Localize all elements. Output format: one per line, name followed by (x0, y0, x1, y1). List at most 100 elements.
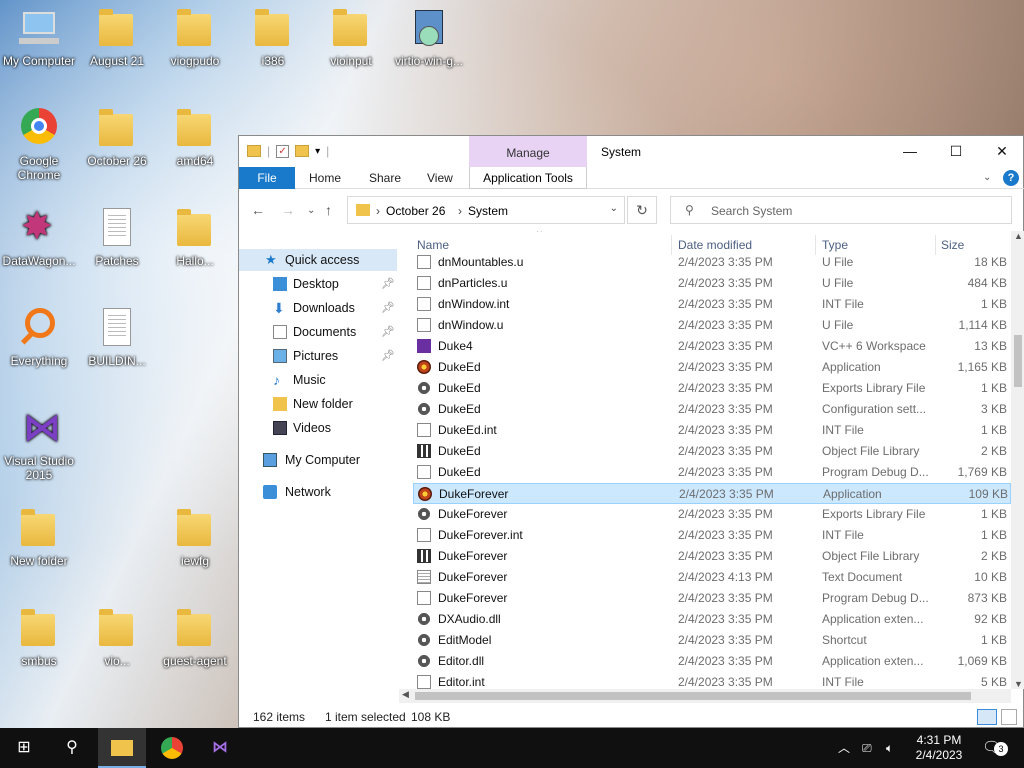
tab-share[interactable]: Share (369, 167, 401, 189)
desktop-icon[interactable]: amd64 (156, 100, 234, 190)
scroll-thumb[interactable] (415, 692, 971, 700)
tab-application-tools[interactable]: Application Tools (469, 167, 587, 189)
nav-item[interactable]: Pictures 📌︎ (239, 345, 397, 367)
table-row[interactable]: dnParticles.u 2/4/2023 3:35 PM U File 484 K… (413, 273, 1011, 294)
desktop-icon[interactable]: vioinput (312, 0, 390, 90)
chevron-right-icon[interactable]: › (458, 204, 462, 218)
horizontal-scrollbar[interactable]: ◀ (399, 689, 1011, 703)
manage-context-tab[interactable]: Manage (469, 136, 587, 167)
desktop-icon[interactable]: ✸ DataWagon... (0, 200, 78, 290)
pin-icon[interactable]: 📌︎ (381, 297, 395, 319)
breadcrumb-system[interactable]: System (468, 204, 508, 218)
table-row[interactable]: Editor.dll 2/4/2023 3:35 PM Application ex… (413, 651, 1011, 672)
table-row[interactable]: DukeEd.int 2/4/2023 3:35 PM INT File 1 KB (413, 420, 1011, 441)
nav-item[interactable]: Desktop 📌︎ (239, 273, 397, 295)
table-row[interactable]: DukeForever 2/4/2023 4:13 PM Text Document… (413, 567, 1011, 588)
scroll-thumb[interactable] (1014, 335, 1022, 387)
desktop-icon[interactable]: guest-agent (156, 600, 234, 690)
table-row[interactable]: DukeEd 2/4/2023 3:35 PM Object File Librar… (413, 441, 1011, 462)
desktop-icon[interactable]: viogpudo (156, 0, 234, 90)
column-type[interactable]: Type (822, 238, 848, 252)
column-size[interactable]: Size (941, 238, 964, 252)
breadcrumb-october-26[interactable]: October 26 (386, 204, 445, 218)
desktop-icon[interactable]: ⋈ Visual Studio 2015 (0, 400, 78, 490)
nav-quick-access[interactable]: ★ Quick access (239, 249, 397, 271)
refresh-button[interactable]: ↻ (627, 196, 657, 224)
table-row[interactable]: DXAudio.dll 2/4/2023 3:35 PM Application e… (413, 609, 1011, 630)
table-row[interactable]: DukeEd 2/4/2023 3:35 PM Program Debug D...… (413, 462, 1011, 483)
address-bar[interactable]: › October 26 › System ⌄ (347, 196, 625, 224)
chevron-down-icon[interactable]: ⌄ (610, 203, 618, 214)
desktop-icon[interactable]: iewfg (156, 500, 234, 590)
desktop-icon[interactable]: Hallo... (156, 200, 234, 290)
customize-dropdown-icon[interactable]: ▾ (315, 146, 320, 157)
tab-home[interactable]: Home (309, 167, 341, 189)
desktop-icon[interactable]: New folder (0, 500, 78, 590)
file-explorer-taskbar-icon[interactable] (98, 728, 146, 768)
vertical-scrollbar[interactable]: ▲ ▼ (1011, 231, 1024, 689)
column-date[interactable]: Date modified (678, 238, 752, 252)
details-view-icon[interactable] (977, 709, 997, 725)
desktop-icon[interactable]: i386 (234, 0, 312, 90)
desktop-icon[interactable]: Everything (0, 300, 78, 390)
tab-file[interactable]: File (239, 167, 295, 189)
table-row[interactable]: DukeForever 2/4/2023 3:35 PM Program Debug… (413, 588, 1011, 609)
pin-icon[interactable]: 📌︎ (381, 273, 395, 295)
pin-icon[interactable]: 📌︎ (381, 345, 395, 367)
desktop-icon[interactable]: August 21 (78, 0, 156, 90)
maximize-button[interactable]: ☐ (933, 136, 979, 166)
search-input[interactable]: Search System (711, 204, 792, 218)
desktop-icon[interactable]: My Computer (0, 0, 78, 90)
search-icon[interactable]: ⚲ (48, 728, 96, 768)
scroll-up-icon[interactable]: ▲ (1014, 231, 1023, 241)
desktop-icon[interactable]: Patches (78, 200, 156, 290)
close-button[interactable]: ✕ (979, 136, 1024, 166)
properties-check-icon[interactable]: ✓ (276, 144, 290, 158)
nav-item[interactable]: Documents 📌︎ (239, 321, 397, 343)
desktop-icon[interactable]: virtio-win-g... (390, 0, 468, 90)
desktop-icon[interactable]: October 26 (78, 100, 156, 190)
minimize-button[interactable]: — (887, 136, 933, 166)
table-row[interactable]: DukeForever.int 2/4/2023 3:35 PM INT File 1… (413, 525, 1011, 546)
table-row[interactable]: DukeForever 2/4/2023 3:35 PM Application 10… (413, 483, 1011, 504)
show-hidden-icons-icon[interactable]: ︿ (838, 728, 850, 768)
recent-locations-icon[interactable]: ⌄ (307, 205, 315, 216)
chrome-taskbar-icon[interactable] (148, 728, 196, 768)
folder-icon[interactable] (247, 145, 261, 157)
nav-my-computer[interactable]: My Computer (239, 449, 397, 471)
table-row[interactable]: DukeForever 2/4/2023 3:35 PM Exports Libra… (413, 504, 1011, 525)
expand-ribbon-icon[interactable]: ⌄ (983, 167, 991, 189)
table-row[interactable]: Editor.int 2/4/2023 3:35 PM INT File 5 KB (413, 672, 1011, 689)
nav-item[interactable]: Videos (239, 417, 397, 439)
help-icon[interactable]: ? (1003, 170, 1019, 186)
desktop-icon[interactable]: smbus (0, 600, 78, 690)
table-row[interactable]: dnMountables.u 2/4/2023 3:35 PM U File 18 K… (413, 252, 1011, 273)
table-row[interactable]: EditModel 2/4/2023 3:35 PM Shortcut 1 KB (413, 630, 1011, 651)
back-arrow-icon[interactable]: ← (251, 202, 265, 218)
network-tray-icon[interactable]: ⎚ (862, 728, 872, 768)
nav-item[interactable]: ⬇ Downloads 📌︎ (239, 297, 397, 319)
desktop-icon[interactable]: Google Chrome (0, 100, 78, 190)
desktop-icon[interactable]: BUILDIN... (78, 300, 156, 390)
table-row[interactable]: DukeForever 2/4/2023 3:35 PM Object File L… (413, 546, 1011, 567)
chevron-right-icon[interactable]: › (376, 204, 380, 218)
large-icons-view-icon[interactable] (1001, 709, 1017, 725)
tab-view[interactable]: View (427, 167, 453, 189)
start-windows-icon[interactable]: ⊞ (0, 728, 48, 768)
pin-icon[interactable]: 📌︎ (381, 321, 395, 343)
nav-network[interactable]: Network (239, 481, 397, 503)
volume-icon[interactable]: 🔈︎ (886, 728, 893, 768)
visual-studio-taskbar-icon[interactable]: ⋈ (196, 728, 244, 768)
table-row[interactable]: dnWindow.int 2/4/2023 3:35 PM INT File 1 KB (413, 294, 1011, 315)
table-row[interactable]: dnWindow.u 2/4/2023 3:35 PM U File 1,114 KB (413, 315, 1011, 336)
table-row[interactable]: DukeEd 2/4/2023 3:35 PM Configuration sett… (413, 399, 1011, 420)
search-box[interactable]: ⚲ Search System (670, 196, 1012, 224)
forward-arrow-icon[interactable]: → (281, 202, 295, 218)
scroll-left-icon[interactable]: ◀ (402, 689, 409, 700)
up-arrow-icon[interactable]: ↑ (325, 202, 332, 218)
scroll-down-icon[interactable]: ▼ (1014, 679, 1023, 689)
table-row[interactable]: Duke4 2/4/2023 3:35 PM VC++ 6 Workspace 13 … (413, 336, 1011, 357)
new-folder-icon[interactable] (295, 145, 310, 157)
table-row[interactable]: DukeEd 2/4/2023 3:35 PM Exports Library Fi… (413, 378, 1011, 399)
table-row[interactable]: DukeEd 2/4/2023 3:35 PM Application 1,165 K… (413, 357, 1011, 378)
